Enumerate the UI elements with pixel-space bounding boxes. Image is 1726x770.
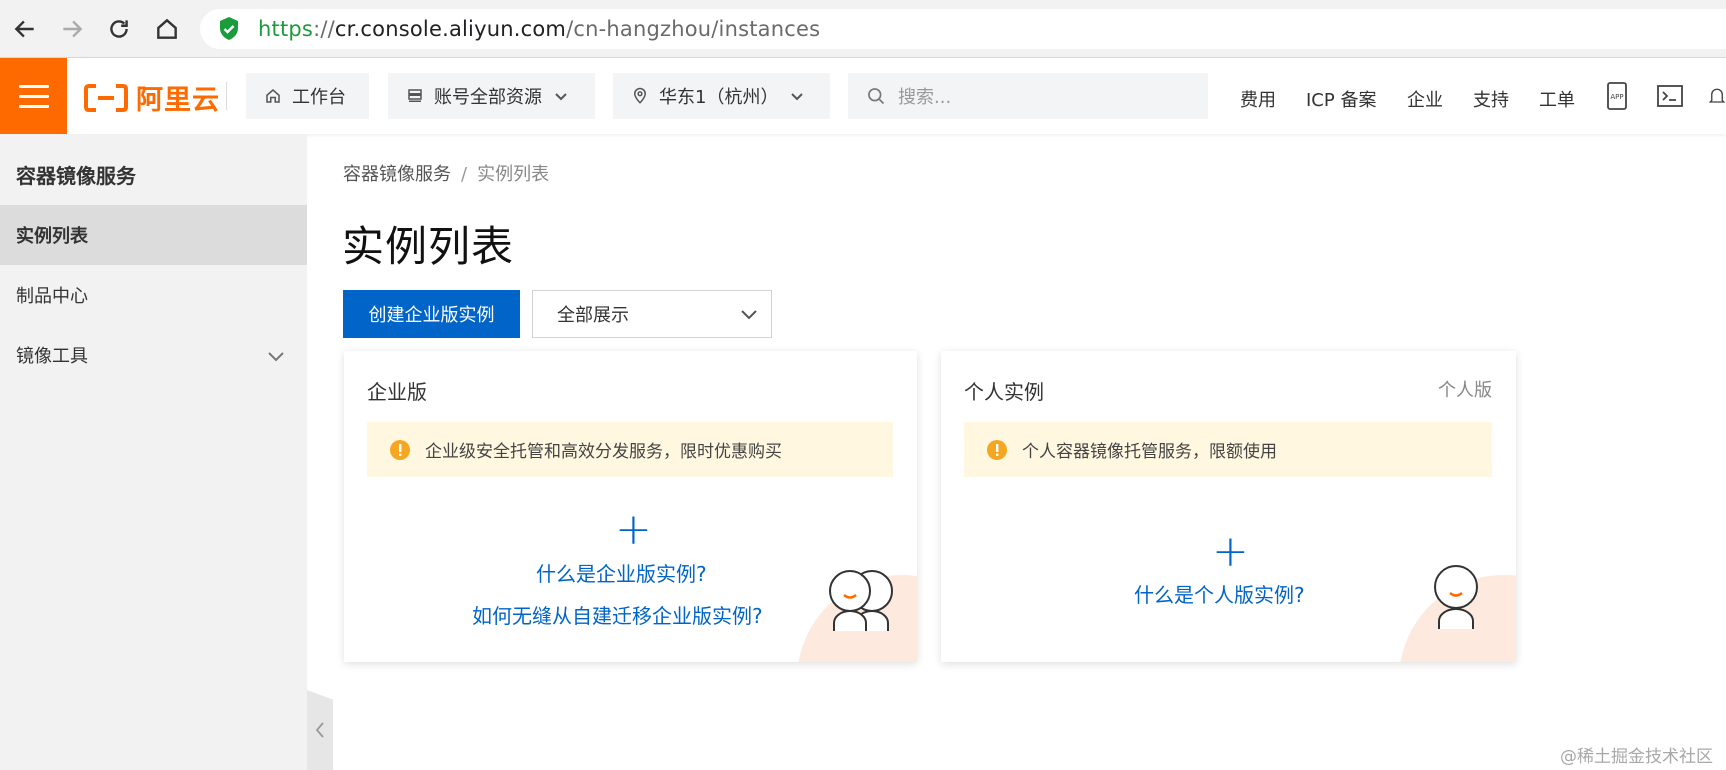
region-dropdown[interactable]: 华东1（杭州） bbox=[613, 73, 830, 119]
logo-text: 阿里云 bbox=[136, 85, 220, 116]
breadcrumb: 容器镜像服务 / 实例列表 bbox=[343, 160, 549, 186]
help-link-migration[interactable]: 如何无缝从自建迁移企业版实例? bbox=[472, 600, 763, 629]
home-icon bbox=[264, 87, 282, 105]
notification-bell-icon[interactable] bbox=[1708, 82, 1726, 110]
browser-toolbar: https://cr.console.aliyun.com/cn-hangzho… bbox=[0, 0, 1726, 58]
hamburger-menu-icon[interactable] bbox=[0, 58, 67, 134]
notice-banner: 企业级安全托管和高效分发服务，限时优惠购买 bbox=[367, 422, 893, 477]
url-text: https://cr.console.aliyun.com/cn-hangzho… bbox=[258, 17, 820, 41]
workbench-button[interactable]: 工作台 bbox=[246, 73, 369, 119]
sidebar-item-label: 制品中心 bbox=[16, 286, 88, 307]
aliyun-logo-icon bbox=[84, 83, 128, 112]
help-link-what-is-enterprise[interactable]: 什么是企业版实例? bbox=[536, 558, 707, 587]
card-title: 个人实例 bbox=[964, 380, 1044, 404]
notice-banner: 个人容器镜像托管服务，限额使用 bbox=[964, 422, 1492, 477]
aliyun-logo[interactable]: 阿里云 bbox=[84, 78, 220, 117]
sidebar-item-artifacts[interactable]: 制品中心 bbox=[0, 265, 307, 325]
global-search-input[interactable]: 搜索... bbox=[848, 73, 1208, 119]
url-path: /cn-hangzhou/instances bbox=[566, 17, 821, 41]
sidebar-collapse-toggle[interactable] bbox=[307, 690, 333, 770]
enterprise-instance-card: 企业版 企业级安全托管和高效分发服务，限时优惠购买 + 什么是企业版实例? 如何… bbox=[344, 351, 917, 662]
workbench-label: 工作台 bbox=[292, 87, 346, 108]
location-pin-icon bbox=[631, 87, 649, 105]
header-divider bbox=[226, 82, 227, 110]
nav-link-icp[interactable]: ICP 备案 bbox=[1306, 86, 1376, 112]
console-header: 阿里云 工作台 账号全部资源 华东1（杭州） 搜索... 费用 ICP 备案 企… bbox=[0, 58, 1726, 134]
chevron-left-icon bbox=[315, 722, 324, 738]
resources-label: 账号全部资源 bbox=[434, 87, 542, 108]
personal-instance-card: 个人实例 个人版 个人容器镜像托管服务，限额使用 + 什么是个人版实例? bbox=[941, 351, 1516, 662]
url-host: cr.console.aliyun.com bbox=[334, 17, 567, 41]
sidebar-title: 容器镜像服务 bbox=[16, 164, 136, 188]
create-enterprise-instance-button[interactable]: 创建企业版实例 bbox=[343, 290, 520, 338]
app-badge-text: APP bbox=[1610, 93, 1623, 101]
mobile-app-icon[interactable]: APP bbox=[1603, 82, 1631, 110]
help-link-what-is-personal[interactable]: 什么是个人版实例? bbox=[1134, 579, 1305, 608]
notice-text: 个人容器镜像托管服务，限额使用 bbox=[1022, 442, 1277, 462]
address-bar[interactable]: https://cr.console.aliyun.com/cn-hangzho… bbox=[200, 9, 1726, 49]
url-separator: :// bbox=[313, 17, 335, 41]
sidebar-item-instances[interactable]: 实例列表 bbox=[0, 205, 307, 265]
chevron-down-icon bbox=[267, 347, 285, 368]
secure-shield-icon bbox=[218, 16, 240, 46]
sidebar-item-image-tools[interactable]: 镜像工具 bbox=[0, 325, 307, 385]
sidebar: 容器镜像服务 实例列表 制品中心 镜像工具 bbox=[0, 134, 307, 770]
card-title: 企业版 bbox=[367, 380, 427, 404]
person-illustration-icon bbox=[1431, 561, 1481, 635]
region-label: 华东1（杭州） bbox=[659, 87, 779, 108]
chevron-down-icon bbox=[739, 306, 759, 327]
watermark: @稀土掘金技术社区 bbox=[1560, 747, 1713, 767]
terminal-icon[interactable] bbox=[1656, 82, 1684, 110]
search-placeholder: 搜索... bbox=[898, 87, 952, 108]
breadcrumb-item[interactable]: 容器镜像服务 bbox=[343, 164, 451, 185]
home-icon[interactable] bbox=[152, 14, 182, 44]
page-title: 实例列表 bbox=[342, 222, 515, 271]
search-icon bbox=[866, 86, 886, 106]
nav-link-support[interactable]: 支持 bbox=[1473, 86, 1509, 112]
edition-tag: 个人版 bbox=[1438, 380, 1492, 401]
sidebar-item-label: 镜像工具 bbox=[16, 346, 88, 367]
chevron-down-icon bbox=[790, 89, 804, 103]
reload-icon[interactable] bbox=[104, 14, 134, 44]
notice-text: 企业级安全托管和高效分发服务，限时优惠购买 bbox=[425, 442, 782, 462]
select-value: 全部展示 bbox=[557, 305, 629, 326]
chevron-down-icon bbox=[554, 89, 568, 103]
team-illustration-icon bbox=[822, 565, 900, 637]
forward-icon[interactable] bbox=[57, 14, 87, 44]
breadcrumb-current: 实例列表 bbox=[477, 164, 550, 185]
resources-dropdown[interactable]: 账号全部资源 bbox=[388, 73, 595, 119]
sidebar-item-label: 实例列表 bbox=[16, 226, 88, 247]
breadcrumb-separator: / bbox=[461, 164, 468, 185]
url-scheme: https bbox=[258, 17, 314, 41]
nav-link-ticket[interactable]: 工单 bbox=[1539, 86, 1575, 112]
nav-link-billing[interactable]: 费用 bbox=[1240, 86, 1276, 112]
warning-icon bbox=[986, 439, 1008, 461]
nav-link-enterprise[interactable]: 企业 bbox=[1407, 86, 1443, 112]
add-icon[interactable]: + bbox=[1212, 530, 1249, 574]
back-icon[interactable] bbox=[10, 14, 40, 44]
add-icon[interactable]: + bbox=[615, 508, 652, 552]
server-stack-icon bbox=[406, 87, 424, 105]
display-filter-select[interactable]: 全部展示 bbox=[532, 290, 772, 338]
warning-icon bbox=[389, 439, 411, 461]
